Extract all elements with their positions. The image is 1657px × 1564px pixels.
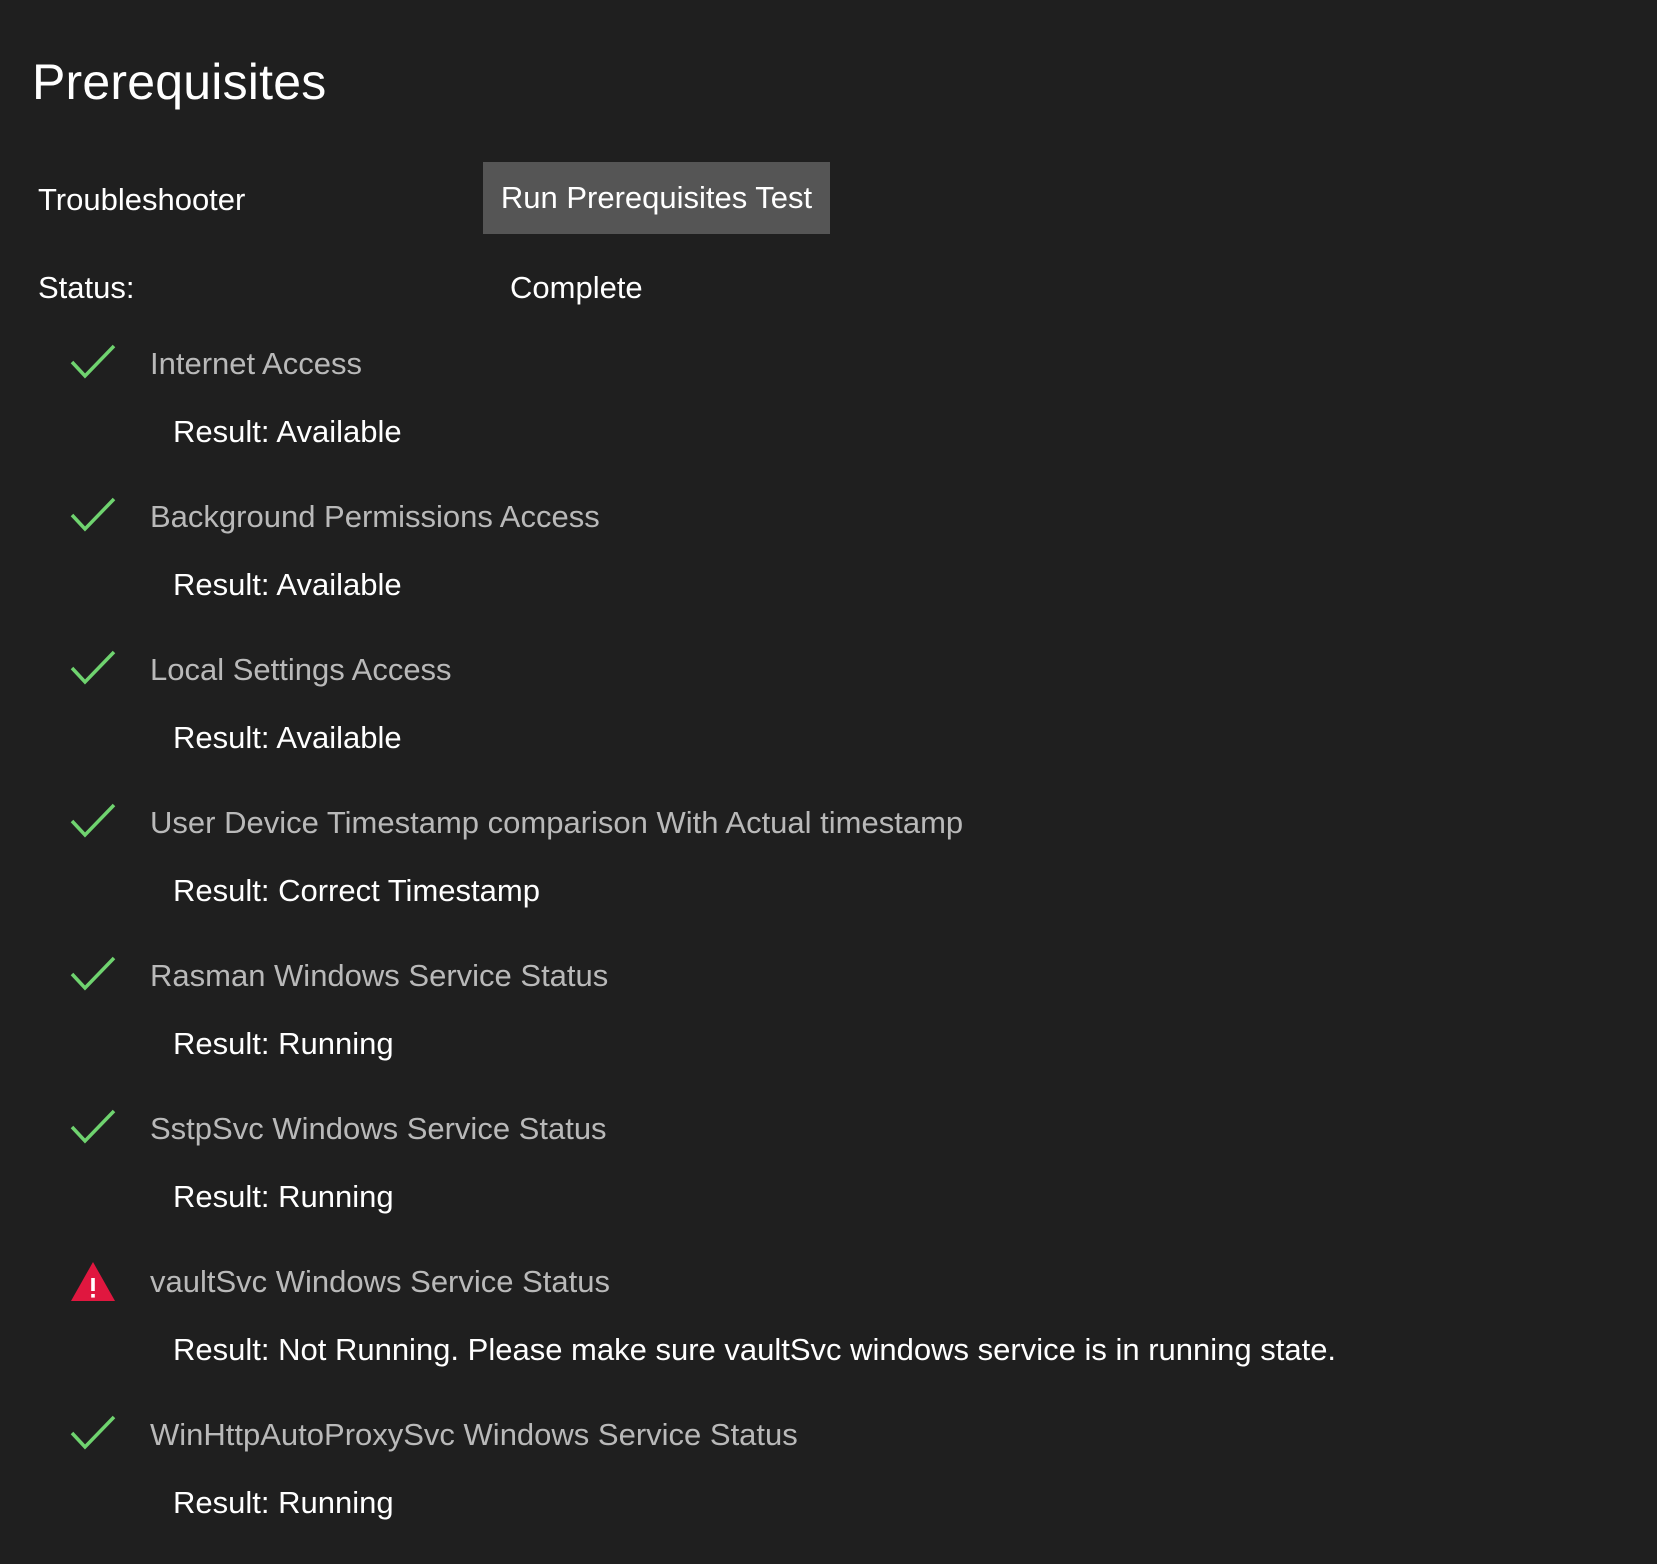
checkmark-icon — [70, 954, 116, 994]
troubleshooter-label: Troubleshooter — [38, 182, 246, 217]
check-item: SstpSvc Windows Service Status Result: R… — [0, 1105, 1657, 1258]
check-item: Internet Access Result: Available — [0, 340, 1657, 493]
page-title: Prerequisites — [32, 54, 327, 110]
check-item: Background Permissions Access Result: Av… — [0, 493, 1657, 646]
check-result: Result: Running — [173, 1485, 394, 1520]
checkmark-icon — [70, 342, 116, 382]
check-item: WinHttpAutoProxySvc Windows Service Stat… — [0, 1411, 1657, 1564]
checkmark-icon — [70, 1413, 116, 1453]
check-result: Result: Running — [173, 1026, 394, 1061]
checkmark-icon — [70, 648, 116, 688]
check-title: User Device Timestamp comparison With Ac… — [150, 805, 964, 840]
run-prerequisites-test-button[interactable]: Run Prerequisites Test — [483, 162, 830, 234]
check-result: Result: Available — [173, 567, 402, 602]
check-title: WinHttpAutoProxySvc Windows Service Stat… — [150, 1417, 798, 1452]
checkmark-icon — [70, 801, 116, 841]
check-result: Result: Running — [173, 1179, 394, 1214]
checkmark-icon — [70, 495, 116, 535]
check-result: Result: Correct Timestamp — [173, 873, 540, 908]
status-label: Status: — [38, 270, 135, 305]
check-title: Internet Access — [150, 346, 362, 381]
check-title: Local Settings Access — [150, 652, 452, 687]
check-title: vaultSvc Windows Service Status — [150, 1264, 611, 1299]
check-title: Rasman Windows Service Status — [150, 958, 609, 993]
checkmark-icon — [70, 1107, 116, 1147]
warning-icon — [70, 1260, 116, 1301]
check-item: vaultSvc Windows Service Status Result: … — [0, 1258, 1657, 1411]
check-list: Internet Access Result: Available Backgr… — [0, 340, 1657, 1564]
check-result: Result: Not Running. Please make sure va… — [173, 1332, 1337, 1367]
check-item: User Device Timestamp comparison With Ac… — [0, 799, 1657, 952]
check-item: Local Settings Access Result: Available — [0, 646, 1657, 799]
check-result: Result: Available — [173, 414, 402, 449]
check-result: Result: Available — [173, 720, 402, 755]
check-title: Background Permissions Access — [150, 499, 600, 534]
status-value: Complete — [510, 270, 643, 305]
check-item: Rasman Windows Service Status Result: Ru… — [0, 952, 1657, 1105]
check-title: SstpSvc Windows Service Status — [150, 1111, 607, 1146]
